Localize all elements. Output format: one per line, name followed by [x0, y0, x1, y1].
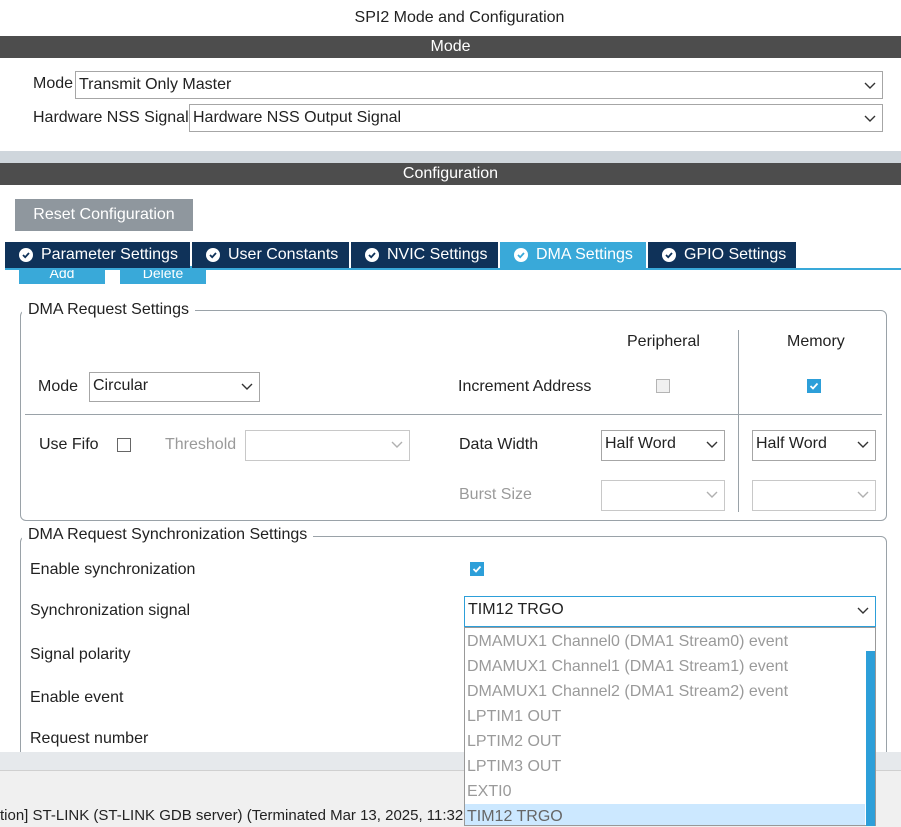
- dma-mode-label: Mode: [38, 378, 79, 395]
- chevron-down-icon: [857, 491, 869, 498]
- chevron-down-icon: [857, 441, 869, 448]
- chevron-down-icon: [706, 441, 718, 448]
- dropdown-option[interactable]: LPTIM3 OUT: [467, 754, 867, 779]
- mode-label: Mode: [33, 75, 74, 92]
- mode-select[interactable]: Transmit Only Master: [75, 71, 883, 99]
- memory-data-width-value: Half Word: [756, 435, 827, 452]
- row-divider: [25, 414, 882, 415]
- dropdown-option[interactable]: DMAMUX1 Channel2 (DMA1 Stream2) event: [467, 679, 867, 704]
- tab-user-constants[interactable]: User Constants: [192, 242, 349, 268]
- increment-address-label: Increment Address: [458, 378, 592, 395]
- chevron-down-icon: [706, 491, 718, 498]
- memory-increment-checkbox[interactable]: [807, 379, 821, 393]
- mode-section-header: Mode: [0, 36, 901, 58]
- request-number-label: Request number: [30, 730, 149, 747]
- dropdown-option-selected[interactable]: TIM12 TRGO: [465, 804, 865, 825]
- enable-sync-checkbox[interactable]: [470, 562, 484, 576]
- checkmark-icon: [472, 565, 482, 573]
- dma-mode-select[interactable]: Circular: [89, 372, 260, 402]
- console-status-text: tion] ST-LINK (ST-LINK GDB server) (Term…: [0, 807, 485, 824]
- tab-label: User Constants: [228, 246, 339, 263]
- enable-event-label: Enable event: [30, 689, 124, 706]
- column-separator: [738, 330, 739, 512]
- peripheral-data-width-select[interactable]: Half Word: [601, 430, 725, 461]
- tab-parameter-settings[interactable]: Parameter Settings: [5, 242, 190, 268]
- dma-request-settings-title: DMA Request Settings: [22, 301, 195, 319]
- chevron-down-icon: [241, 383, 253, 390]
- nss-label: Hardware NSS Signal: [33, 109, 189, 126]
- check-circle-icon: [365, 248, 379, 262]
- sync-signal-dropdown[interactable]: DMAMUX1 Channel0 (DMA1 Stream0) event DM…: [464, 627, 876, 826]
- checkmark-icon: [809, 382, 819, 390]
- threshold-select[interactable]: [245, 430, 410, 461]
- peripheral-header: Peripheral: [627, 333, 700, 350]
- peripheral-data-width-value: Half Word: [605, 435, 676, 452]
- check-circle-icon: [662, 248, 676, 262]
- memory-burst-select[interactable]: [752, 480, 876, 511]
- sync-signal-select[interactable]: TIM12 TRGO: [464, 596, 876, 627]
- sync-signal-label: Synchronization signal: [30, 602, 191, 619]
- tab-nvic-settings[interactable]: NVIC Settings: [351, 242, 498, 268]
- dropdown-scrollbar[interactable]: [866, 651, 875, 826]
- reset-configuration-button[interactable]: Reset Configuration: [15, 199, 193, 231]
- chevron-down-icon: [864, 82, 876, 89]
- use-fifo-label: Use Fifo: [39, 436, 99, 453]
- check-circle-icon: [206, 248, 220, 262]
- tab-underline: [5, 268, 901, 270]
- signal-polarity-label: Signal polarity: [30, 646, 131, 663]
- dropdown-option[interactable]: LPTIM1 OUT: [467, 704, 867, 729]
- sync-signal-value: TIM12 TRGO: [468, 601, 564, 618]
- dropdown-option[interactable]: LPTIM2 OUT: [467, 729, 867, 754]
- check-circle-icon: [514, 248, 528, 262]
- tab-dma-settings[interactable]: DMA Settings: [500, 242, 646, 268]
- window-title: SPI2 Mode and Configuration: [354, 9, 565, 26]
- chevron-down-icon: [864, 115, 876, 122]
- chevron-down-icon: [857, 607, 869, 614]
- tab-gpio-settings[interactable]: GPIO Settings: [648, 242, 796, 268]
- mode-select-value: Transmit Only Master: [79, 76, 232, 93]
- memory-header: Memory: [787, 333, 845, 350]
- dropdown-option[interactable]: EXTI0: [467, 779, 867, 804]
- peripheral-increment-checkbox[interactable]: [656, 379, 670, 393]
- memory-data-width-select[interactable]: Half Word: [752, 430, 876, 461]
- nss-select-value: Hardware NSS Output Signal: [193, 109, 402, 126]
- chevron-down-icon: [391, 441, 403, 448]
- tab-label: DMA Settings: [536, 246, 633, 263]
- config-section-header: Configuration: [0, 163, 901, 185]
- dma-sync-settings-title: DMA Request Synchronization Settings: [22, 526, 314, 544]
- data-width-label: Data Width: [459, 436, 539, 453]
- enable-sync-label: Enable synchronization: [30, 561, 196, 578]
- tab-label: Parameter Settings: [41, 246, 178, 263]
- dropdown-option[interactable]: DMAMUX1 Channel1 (DMA1 Stream1) event: [467, 654, 867, 679]
- tab-label: NVIC Settings: [387, 246, 488, 263]
- peripheral-burst-select[interactable]: [601, 480, 725, 511]
- tab-label: GPIO Settings: [684, 246, 787, 263]
- section-divider: [0, 151, 901, 163]
- check-circle-icon: [19, 248, 33, 262]
- threshold-label: Threshold: [165, 436, 237, 453]
- nss-select[interactable]: Hardware NSS Output Signal: [189, 104, 883, 132]
- dropdown-option[interactable]: DMAMUX1 Channel0 (DMA1 Stream0) event: [467, 629, 867, 654]
- burst-size-label: Burst Size: [459, 486, 532, 503]
- use-fifo-checkbox[interactable]: [117, 438, 131, 452]
- dma-mode-value: Circular: [93, 377, 149, 394]
